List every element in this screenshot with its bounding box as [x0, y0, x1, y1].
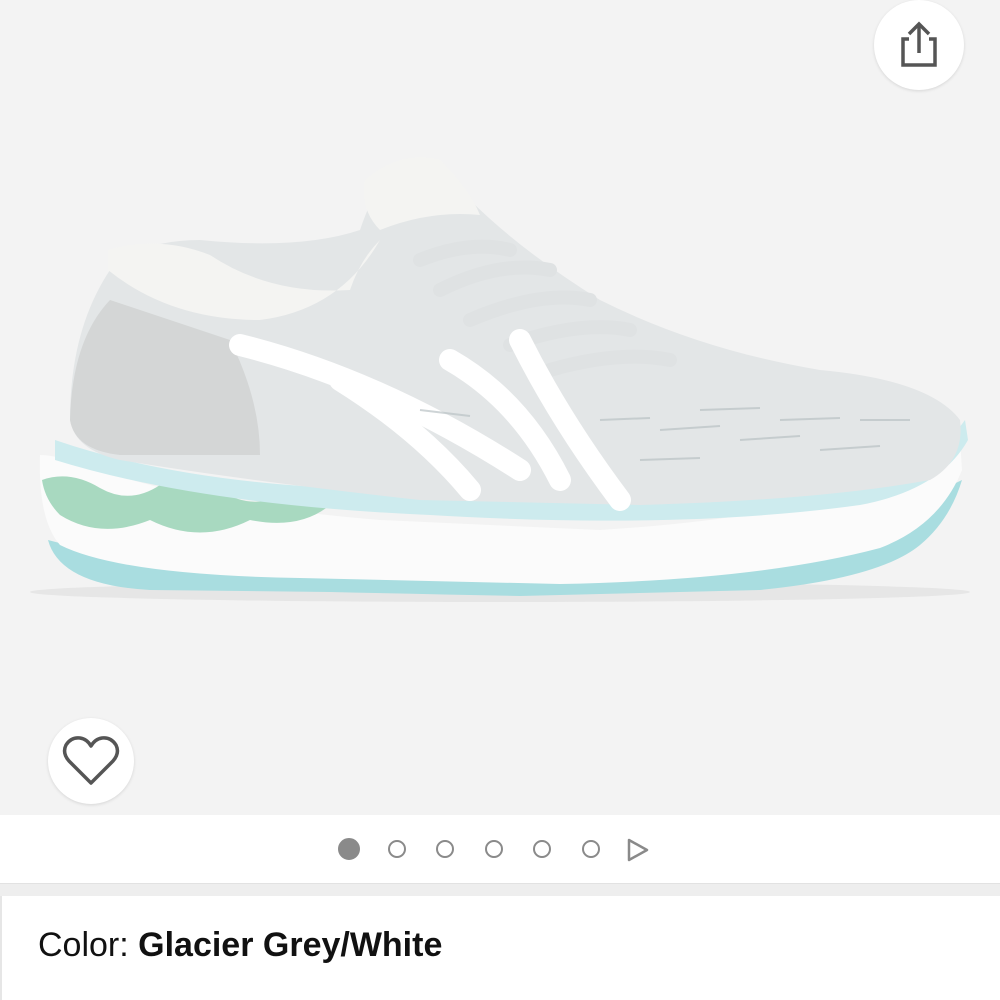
play-triangle-icon[interactable]: [626, 838, 650, 862]
pager-dot-5[interactable]: [533, 840, 551, 858]
pager-dot-2[interactable]: [388, 840, 406, 858]
pager-dot-1[interactable]: [338, 838, 360, 860]
color-value: Glacier Grey/White: [138, 926, 443, 964]
image-pager: [0, 815, 1000, 883]
pager-dot-3[interactable]: [436, 840, 454, 858]
share-icon: [901, 21, 937, 67]
wishlist-button[interactable]: [48, 718, 134, 804]
color-label: Color:: [38, 926, 139, 964]
product-image-carousel[interactable]: [0, 0, 1000, 815]
section-divider: [0, 883, 1000, 896]
heart-icon: [62, 736, 120, 785]
color-selector: Color: Glacier Grey/White: [38, 926, 442, 965]
pager-dot-6[interactable]: [582, 840, 600, 858]
running-shoe-image: [30, 157, 970, 602]
share-button[interactable]: [874, 0, 964, 90]
pager-dot-4[interactable]: [485, 840, 503, 858]
